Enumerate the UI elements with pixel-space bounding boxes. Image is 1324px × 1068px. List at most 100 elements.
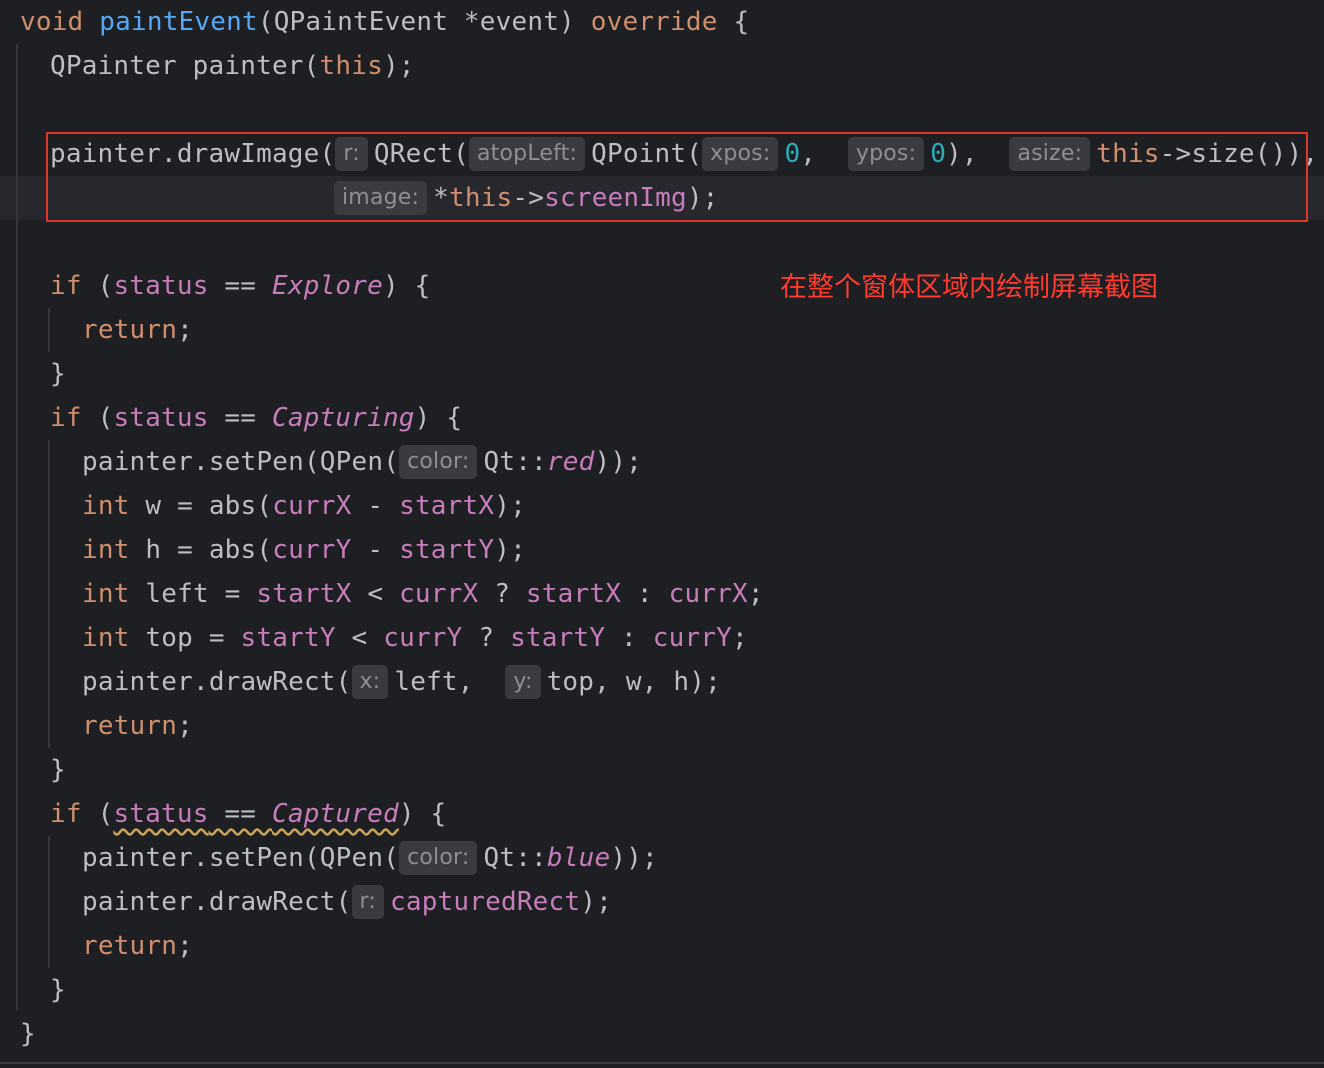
punctuation: (	[257, 7, 274, 37]
punctuation: (	[81, 799, 114, 829]
code-line-15[interactable]: return;	[82, 704, 193, 748]
argument: left,	[394, 667, 506, 697]
operator: ==	[208, 799, 272, 829]
operator: <	[335, 623, 384, 653]
code-line-16[interactable]: }	[50, 748, 66, 792]
punctuation: );	[494, 535, 526, 565]
field: status	[113, 271, 209, 301]
code-editor[interactable]: void paintEvent(QPaintEvent *event) over…	[0, 0, 1324, 1068]
field: startY	[240, 623, 336, 653]
code-line-14[interactable]: painter.drawRect(x: left, y: top, w, h);	[82, 660, 721, 704]
operator: -	[351, 491, 400, 521]
punctuation: }	[50, 975, 66, 1005]
keyword: if	[50, 271, 82, 301]
namespace: Qt::	[483, 447, 547, 477]
code-line-20[interactable]: return;	[82, 924, 193, 968]
field: status	[113, 799, 209, 829]
punctuation: ;	[732, 623, 748, 653]
enum-value: blue	[546, 843, 611, 873]
punctuation: );	[382, 51, 415, 81]
code-line-18[interactable]: painter.setPen(QPen(color: Qt::blue));	[82, 836, 658, 880]
expression: top =	[129, 623, 241, 653]
field: status	[113, 403, 209, 433]
field: currX	[668, 579, 748, 609]
field: currX	[272, 491, 352, 521]
field: startX	[399, 491, 495, 521]
field: capturedRect	[390, 887, 581, 917]
code-line-1[interactable]: void paintEvent(QPaintEvent *event) over…	[20, 0, 749, 44]
punctuation: ) {	[398, 799, 447, 829]
keyword: void	[20, 7, 84, 37]
call: painter.setPen(QPen(	[82, 447, 400, 477]
code-line-10[interactable]: int w = abs(currX - startX);	[82, 484, 526, 528]
keyword: int	[82, 491, 130, 521]
enum-value: Capturing	[271, 403, 415, 433]
code-line-5[interactable]: if (status == Explore) {	[50, 264, 431, 308]
operator: :	[621, 579, 669, 609]
field: startY	[510, 623, 606, 653]
punctuation: ));	[610, 843, 658, 873]
namespace: Qt::	[483, 843, 547, 873]
call: painter.drawRect(	[82, 667, 352, 697]
keyword: int	[82, 623, 130, 653]
punctuation: ;	[177, 931, 193, 961]
operator: <	[351, 579, 400, 609]
punctuation: );	[494, 491, 526, 521]
highlight-box	[46, 132, 1308, 222]
operator: ?	[462, 623, 511, 653]
parameter-hint: color:	[399, 841, 478, 875]
punctuation: }	[50, 359, 66, 389]
field: currY	[652, 623, 733, 653]
code-line-13[interactable]: int top = startY < currY ? startY : curr…	[82, 616, 748, 660]
code-line-6[interactable]: return;	[82, 308, 193, 352]
field: currY	[272, 535, 352, 565]
punctuation: (	[81, 271, 114, 301]
punctuation: );	[580, 887, 612, 917]
keyword: int	[82, 535, 130, 565]
expression: h = abs(	[129, 535, 273, 565]
annotation-text: 在整个窗体区域内绘制屏幕截图	[780, 272, 1158, 303]
punctuation: {	[717, 7, 750, 37]
enum-value: Explore	[271, 271, 383, 301]
indent-guide	[48, 836, 50, 968]
parameter-hint: color:	[399, 445, 478, 479]
keyword: if	[50, 403, 82, 433]
punctuation: ;	[177, 315, 193, 345]
keyword: int	[82, 579, 130, 609]
field: startY	[399, 535, 495, 565]
code-line-22[interactable]: }	[20, 1012, 36, 1056]
function-name: paintEvent	[99, 7, 258, 37]
keyword: if	[50, 799, 82, 829]
punctuation: ;	[747, 579, 764, 609]
operator: :	[605, 623, 653, 653]
code-line-9[interactable]: painter.setPen(QPen(color: Qt::red));	[82, 440, 642, 484]
call: painter.setPen(QPen(	[82, 843, 400, 873]
keyword: return	[82, 711, 178, 741]
punctuation: ) {	[414, 403, 463, 433]
code-line-11[interactable]: int h = abs(currY - startY);	[82, 528, 526, 572]
code-line-12[interactable]: int left = startX < currX ? startX : cur…	[82, 572, 764, 616]
parameter: *event)	[448, 7, 591, 37]
punctuation: ) {	[382, 271, 431, 301]
field: startX	[525, 579, 622, 609]
punctuation: }	[50, 755, 66, 785]
code-line-21[interactable]: }	[50, 968, 66, 1012]
divider	[0, 1062, 1324, 1064]
indent-guide	[16, 44, 18, 1010]
code-line-8[interactable]: if (status == Capturing) {	[50, 396, 462, 440]
punctuation: }	[20, 1019, 36, 1049]
code-line-17[interactable]: if (status == Captured) {	[50, 792, 446, 836]
keyword: override	[590, 7, 718, 37]
punctuation: ;	[177, 711, 193, 741]
type-name: QPainter	[50, 51, 177, 81]
type-name: QPaintEvent	[273, 7, 449, 37]
enum-value: red	[546, 447, 595, 477]
keyword: this	[319, 51, 383, 81]
expression: w = abs(	[129, 491, 273, 521]
code-line-7[interactable]: }	[50, 352, 66, 396]
call: painter.drawRect(	[82, 887, 352, 917]
punctuation: ));	[594, 447, 643, 477]
code-line-2[interactable]: QPainter painter(this);	[50, 44, 415, 88]
keyword: return	[82, 931, 178, 961]
code-line-19[interactable]: painter.drawRect(r: capturedRect);	[82, 880, 612, 924]
